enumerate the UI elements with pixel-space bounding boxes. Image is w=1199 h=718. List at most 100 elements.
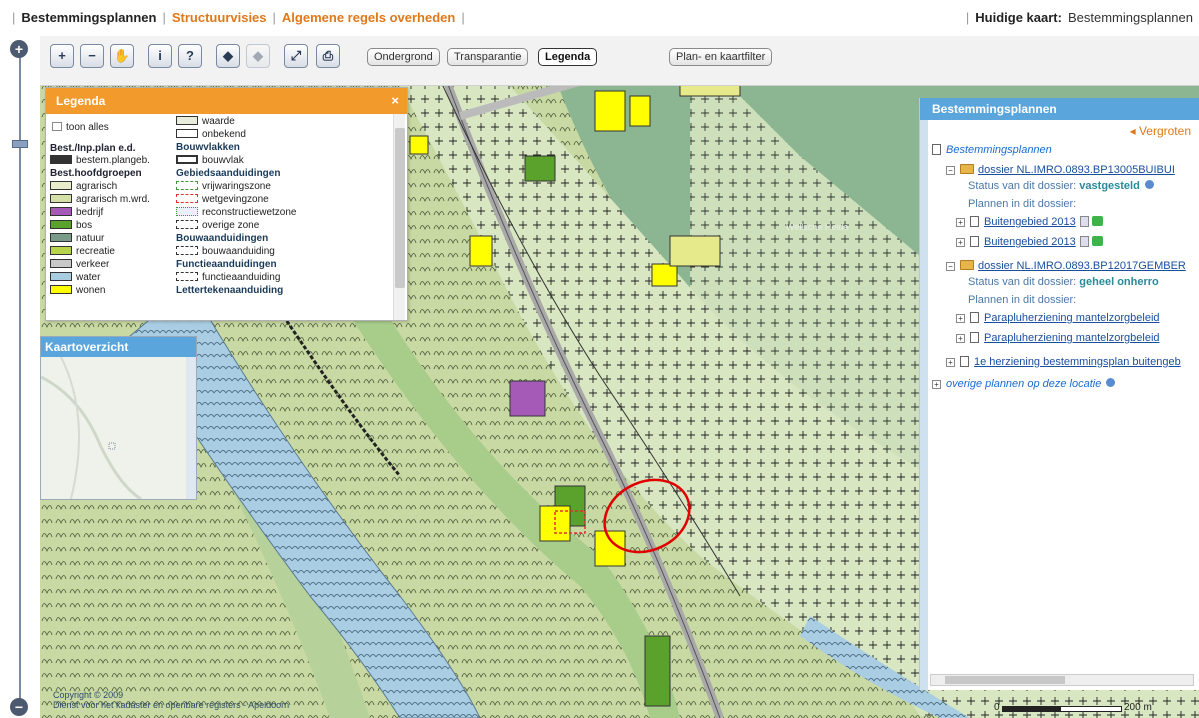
plans-collapse-strip[interactable] [920,120,928,690]
expand-icon[interactable]: + [932,380,941,389]
legend-heading: Best./Inp.plan e.d. [50,143,136,154]
next-extent-icon[interactable]: ◆ [246,44,270,68]
tab-algemene-regels[interactable]: Algemene regels overheden [282,10,455,25]
overige-plannen[interactable]: + overige plannen op deze locatie [932,378,1116,390]
text-icon[interactable] [1079,216,1089,227]
legend-swatch [50,246,72,255]
legend-item: bestem.plangeb. [50,155,150,167]
legend-scrollbar[interactable] [393,114,405,320]
plan-item[interactable]: + Buitengebied 2013 [956,216,1103,228]
pan-hand-icon[interactable]: ✋ [110,44,134,68]
zoom-out-icon[interactable]: − [10,698,28,716]
plan-kaartfilter-button[interactable]: Plan- en kaartfilter [669,48,773,66]
text-icon[interactable] [1079,236,1089,247]
tree-node-dossier2[interactable]: − dossier NL.IMRO.0893.BP12017GEMBER [946,260,1186,272]
expand-icon[interactable]: + [956,314,965,323]
legend-swatch [50,285,72,294]
legend-item: reconstructiewetzone [176,207,297,219]
legend-item-verkeer: verkeer [50,259,109,271]
expand-icon[interactable]: + [956,218,965,227]
document-icon [970,332,979,343]
nav-separator: | [162,10,166,25]
top-navigation: | Bestemmingsplannen | Structuurvisies | Alge… [0,0,1199,36]
plans-title: Bestemmingsplannen [920,98,1199,120]
vergroten-link[interactable]: ◂ Vergroten [1130,124,1191,138]
info-icon[interactable] [1106,378,1116,387]
plans-horizontal-scrollbar[interactable] [930,674,1194,686]
legend-item: functieaanduiding [176,272,280,284]
zoom-out-tool-icon[interactable]: − [80,44,104,68]
ondergrond-button[interactable]: Ondergrond [367,48,440,66]
legend-item-bedrijf: bedrijf [50,207,103,219]
plans-scrollbar-thumb[interactable] [945,676,1065,684]
legend-item: waarde [176,116,235,128]
legend-item-label: bos [76,220,93,231]
current-map-label: Huidige kaart: [975,10,1062,25]
dossier1-status: Status van dit dossier: vastgesteld [968,180,1154,192]
legend-heading: Functieaanduidingen [176,259,277,270]
legend-scrollbar-thumb[interactable] [395,128,405,288]
copyright-line: Dienst voor het kadaster en openbare reg… [53,700,290,710]
legend-swatch [50,259,72,268]
dossier2-plannen-label: Plannen in dit dossier: [968,294,1077,306]
expand-icon[interactable]: + [956,334,965,343]
collapse-icon[interactable]: − [946,262,955,271]
map-label-heide: Wellsche Heide [786,222,849,232]
document-icon [970,236,979,247]
legend-item-label: bedrijf [76,207,104,218]
full-extent-icon[interactable]: ⤢ [284,44,308,68]
overview-panel: Kaartoverzicht [40,336,197,500]
legend-item-natuur: natuur [50,233,104,245]
toon-alles-checkbox[interactable]: toon alles [52,122,109,134]
zoom-handle[interactable] [12,140,28,148]
legend-header: Legenda × [46,88,407,114]
plans-panel: Bestemmingsplannen ◂ Vergroten Bestemmin… [919,98,1199,690]
legend-item-label: verkeer [76,259,110,270]
legend-item-recreatie: recreatie [50,246,115,258]
copyright-line: Copyright © 2009 [53,690,124,700]
tree-node-dossier1[interactable]: − dossier NL.IMRO.0893.BP13005BUIBUI [946,164,1175,176]
expand-icon[interactable]: + [956,238,965,247]
legend-item-label: wonen [76,285,106,296]
plan-item[interactable]: + Parapluherziening mantelzorgbeleid [956,332,1160,344]
zoom-in-tool-icon[interactable]: + [50,44,74,68]
zoom-in-icon[interactable]: + [10,40,28,58]
legend-heading: Bouwvlakken [176,142,240,153]
legend-item-label: natuur [76,233,105,244]
folder-icon [960,164,974,174]
info-icon[interactable]: i [148,44,172,68]
info-icon[interactable] [1144,180,1154,189]
measure-icon[interactable]: ? [178,44,202,68]
nav-separator: | [272,10,276,25]
close-icon[interactable]: × [391,88,399,114]
legend-title: Legenda [56,94,106,108]
tab-structuurvisies[interactable]: Structuurvisies [172,10,267,25]
nav-separator: | [461,10,465,25]
map-toolbar: + − ✋ i ? ◆ ◆ ⤢ ⎙ Ondergrond Transparant… [40,36,1199,86]
legend-swatch [50,272,72,281]
legend-item-label: agrarisch [76,181,118,192]
legenda-button[interactable]: Legenda [538,48,598,66]
overview-collapse[interactable] [186,357,196,499]
scale-label-start: 0 [994,702,1000,713]
legend-body: toon alles Best./Inp.plan e.d. bestem.pl… [46,114,407,320]
transparantie-button[interactable]: Transparantie [447,48,529,66]
legend-item: overige zone [176,220,259,232]
dossier1-plannen-label: Plannen in dit dossier: [968,198,1077,210]
expand-icon[interactable]: + [946,358,955,367]
previous-extent-icon[interactable]: ◆ [216,44,240,68]
collapse-icon[interactable]: − [946,166,955,175]
legend-swatch [50,194,72,203]
plan-item[interactable]: +1e herziening bestemmingsplan buitengeb [946,356,1181,368]
tab-bestemmingsplannen[interactable]: Bestemmingsplannen [21,10,156,25]
plan-item[interactable]: + Buitengebied 2013 [956,236,1103,248]
plan-item[interactable]: + Parapluherziening mantelzorgbeleid [956,312,1160,324]
zoom-slider: + − [0,36,40,718]
legend-item-wonen: wonen [50,285,105,297]
legend-item: vrijwaringszone [176,181,271,193]
overview-map[interactable] [41,357,187,499]
dossier2-status: Status van dit dossier: geheel onherro [968,276,1159,288]
legend-item-label: agrarisch m.wrd. [76,194,150,205]
print-icon[interactable]: ⎙ [316,44,340,68]
document-icon [970,216,979,227]
